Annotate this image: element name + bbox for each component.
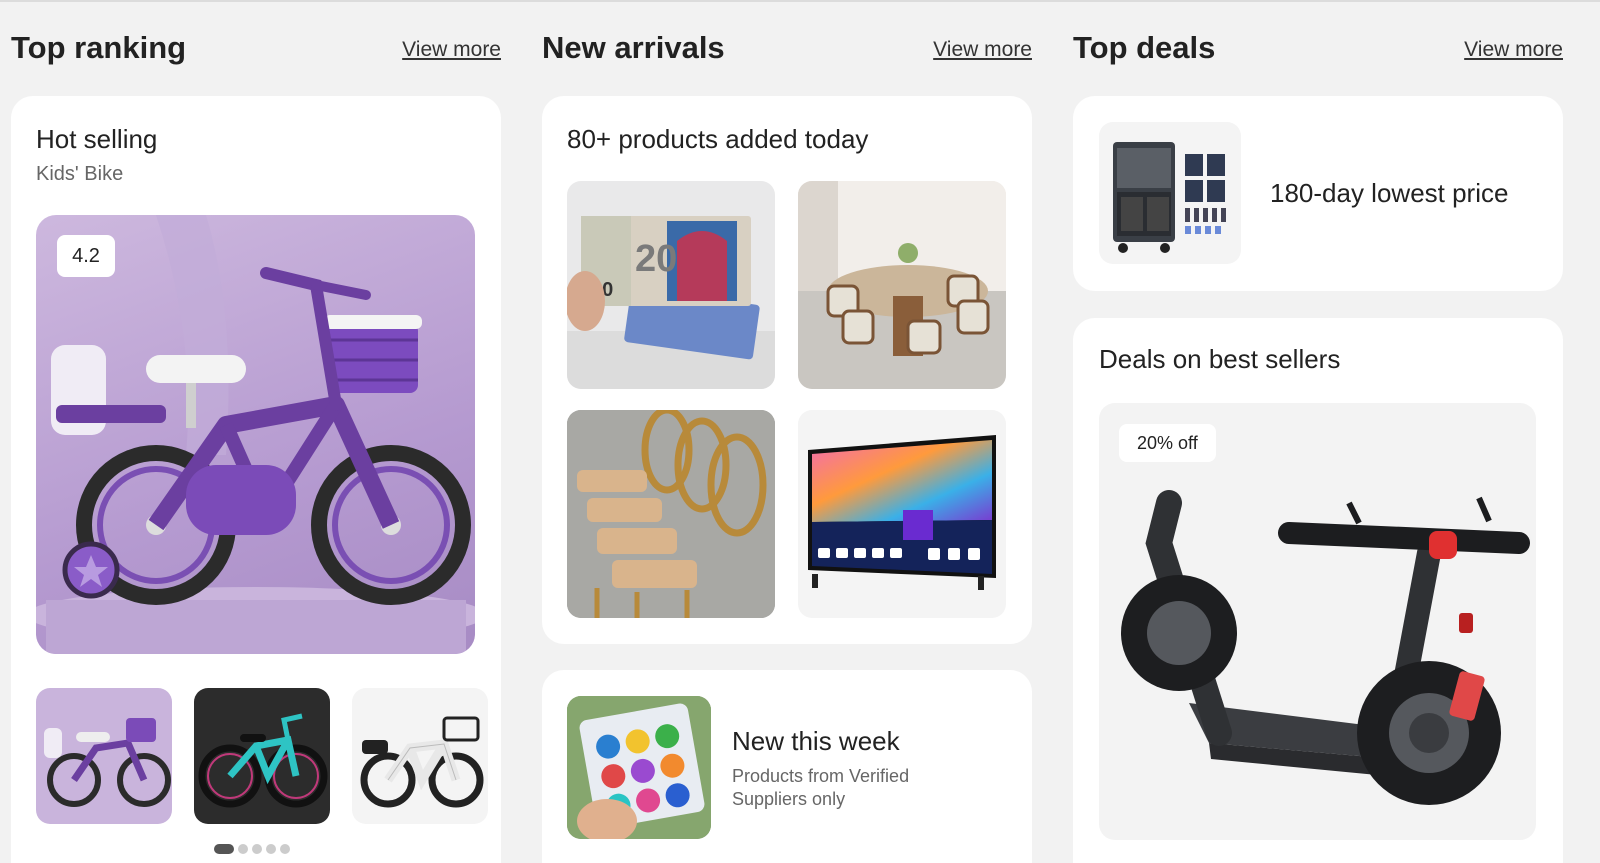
new-arrivals-column: New arrivals View more 80+ products adde… <box>542 0 1032 863</box>
tv-icon <box>808 435 996 590</box>
gold-chairs-image[interactable] <box>567 410 775 618</box>
dining-table-image[interactable] <box>798 181 1006 389</box>
kids-bike-hero-image[interactable]: 4.2 <box>36 215 475 654</box>
new-this-week-subtitle-line1: Products from Verified <box>732 766 910 786</box>
banknote-icon: 20 20 <box>567 216 775 389</box>
smart-tv-image[interactable] <box>798 410 1006 618</box>
products-added-title: 80+ products added today <box>567 124 869 154</box>
top-ranking-view-more-link[interactable]: View more <box>402 38 501 62</box>
kids-bike-image <box>36 215 475 654</box>
discount-badge: 20% off <box>1119 424 1216 462</box>
carousel-dot-active[interactable] <box>214 844 234 854</box>
toy-pack-icon <box>567 696 711 839</box>
euro-banknote-image[interactable]: 20 20 <box>567 181 775 389</box>
new-arrivals-header: New arrivals View more <box>542 30 1032 74</box>
chairs-icon <box>567 410 775 618</box>
carousel-dot[interactable] <box>238 844 248 854</box>
lowest-price-card[interactable]: 180-day lowest price <box>1073 96 1563 291</box>
top-ranking-column: Top ranking View more Hot selling Kids' … <box>11 0 501 863</box>
hot-selling-card[interactable]: Hot selling Kids' Bike 4.2 <box>11 96 501 863</box>
electric-scooter-image[interactable]: 20% off <box>1099 403 1536 840</box>
top-deals-column: Top deals View more 180-day lowest price… <box>1073 0 1593 863</box>
rating-badge: 4.2 <box>57 235 115 277</box>
thumbnail-purple-bike[interactable] <box>36 688 172 824</box>
top-deals-view-more-link[interactable]: View more <box>1464 38 1563 62</box>
top-ranking-header: Top ranking View more <box>11 30 501 74</box>
deals-best-sellers-title: Deals on best sellers <box>1099 344 1341 374</box>
carousel-dots <box>214 841 294 854</box>
new-arrivals-title: New arrivals <box>542 30 725 65</box>
new-this-week-title: New this week <box>732 726 900 756</box>
new-this-week-subtitle-line2: Suppliers only <box>732 789 846 809</box>
hot-selling-title: Hot selling <box>36 124 158 154</box>
carousel-dot[interactable] <box>252 844 262 854</box>
kids-bike-thumb-icon <box>44 718 171 807</box>
dining-table-icon <box>798 181 1006 389</box>
white-bike-thumb-icon <box>360 716 484 808</box>
svg-text:20: 20 <box>635 238 677 280</box>
new-arrivals-view-more-link[interactable]: View more <box>933 38 1032 62</box>
scooter-icon <box>1121 490 1530 805</box>
products-added-card[interactable]: 80+ products added today 20 20 <box>542 96 1032 644</box>
thumbnail-white-bike[interactable] <box>352 688 488 824</box>
top-deals-header: Top deals View more <box>1073 30 1593 74</box>
mountain-bike-thumb-icon <box>198 713 328 808</box>
flight-case-icon <box>1113 142 1226 253</box>
hot-selling-subtitle: Kids' Bike <box>36 163 124 185</box>
thumbnail-teal-bike[interactable] <box>194 688 330 824</box>
lowest-price-label: 180-day lowest price <box>1270 178 1509 208</box>
deals-best-sellers-card[interactable]: Deals on best sellers 20% off <box>1073 318 1563 863</box>
flight-case-image <box>1099 122 1241 264</box>
new-this-week-card[interactable]: New this week Products from Verified Sup… <box>542 670 1032 863</box>
top-ranking-title: Top ranking <box>11 30 187 65</box>
top-deals-title: Top deals <box>1073 30 1216 65</box>
carousel-dot[interactable] <box>280 844 290 854</box>
toy-pack-image <box>567 696 711 839</box>
carousel-dot[interactable] <box>266 844 276 854</box>
